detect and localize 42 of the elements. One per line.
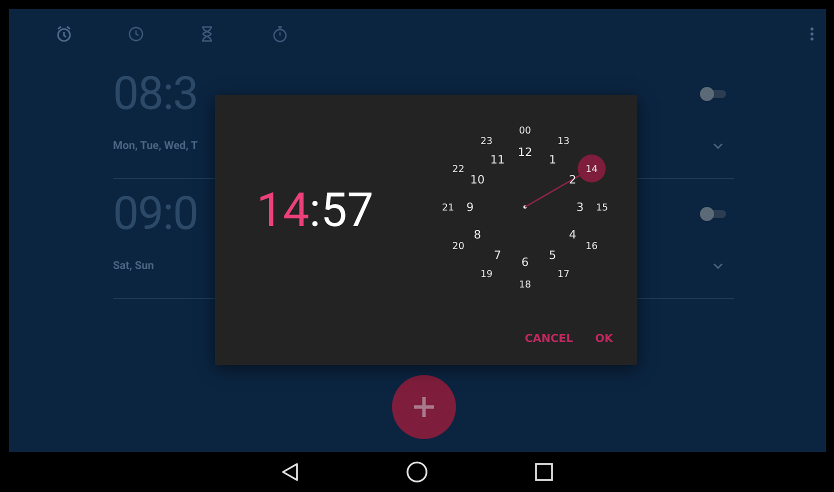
plus-icon — [412, 395, 436, 419]
clock-number[interactable]: 11 — [490, 152, 505, 166]
clock-number[interactable]: 10 — [470, 172, 485, 186]
clock-number[interactable]: 1 — [548, 152, 556, 166]
clock-number[interactable]: 12 — [518, 144, 532, 159]
more-menu-icon[interactable] — [810, 27, 814, 41]
clock-number[interactable]: 5 — [548, 247, 556, 262]
clock-number[interactable]: 4 — [568, 227, 576, 242]
hour-value[interactable]: 14 — [256, 186, 310, 236]
clock-number[interactable]: 18 — [518, 278, 532, 290]
clock-number[interactable]: 19 — [480, 268, 493, 280]
clock-number[interactable]: 2 — [568, 172, 576, 186]
home-icon[interactable] — [406, 461, 428, 483]
stopwatch-icon[interactable] — [271, 25, 289, 43]
chevron-down-icon[interactable] — [712, 262, 724, 270]
clock-number[interactable]: 21 — [442, 202, 454, 213]
recents-icon[interactable] — [534, 462, 554, 482]
alarm-clock-icon[interactable] — [55, 25, 73, 43]
clock-number[interactable]: 8 — [474, 227, 482, 242]
clock-number[interactable]: 00 — [518, 124, 532, 136]
chevron-down-icon[interactable] — [712, 142, 724, 150]
hourglass-icon[interactable] — [199, 25, 215, 43]
clock-number[interactable]: 22 — [452, 163, 464, 174]
clock-number[interactable]: 23 — [480, 135, 493, 146]
time-separator: : — [309, 186, 321, 236]
alarm-toggle[interactable] — [700, 207, 726, 221]
alarm-days: Mon, Tue, Wed, T — [113, 139, 198, 152]
clock-number[interactable]: 20 — [452, 240, 464, 252]
clock-number[interactable]: 6 — [521, 254, 529, 269]
clock-icon[interactable] — [127, 25, 145, 43]
clock-number[interactable]: 9 — [466, 200, 474, 214]
clock-number[interactable]: 14 — [578, 154, 606, 182]
alarm-days: Sat, Sun — [113, 259, 154, 272]
clock-number[interactable]: 15 — [596, 202, 608, 213]
clock-number[interactable]: 3 — [576, 200, 584, 214]
minute-value[interactable]: 57 — [320, 186, 374, 236]
clock-number[interactable]: 17 — [557, 268, 570, 280]
alarm-toggle[interactable] — [700, 87, 726, 101]
clock-number[interactable]: 16 — [586, 240, 598, 252]
clock-number[interactable]: 13 — [557, 135, 570, 146]
clock-number[interactable]: 7 — [494, 247, 502, 262]
back-icon[interactable] — [280, 462, 300, 482]
